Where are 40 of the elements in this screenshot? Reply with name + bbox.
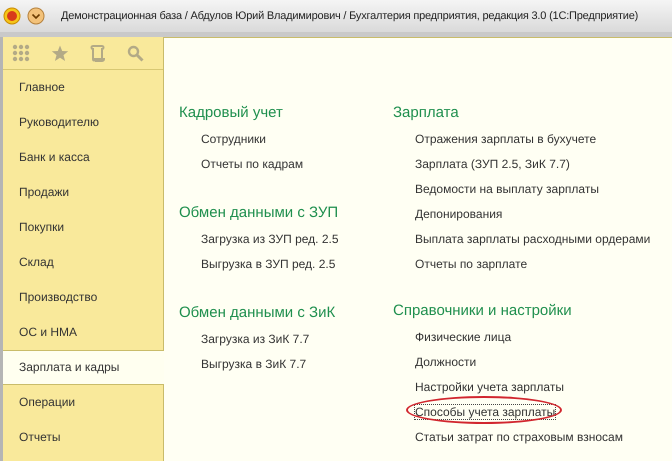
command-link[interactable]: Настройки учета зарплаты	[414, 379, 565, 395]
section-item[interactable]: Склад	[3, 245, 163, 280]
command-link[interactable]: Отчеты по кадрам	[200, 156, 304, 172]
group-heading: Обмен данными с ЗиК	[179, 304, 336, 323]
group-heading: Обмен данными с ЗУП	[179, 204, 340, 223]
command-link[interactable]: Физические лица	[414, 329, 512, 345]
command-link[interactable]: Выгрузка в ЗиК 7.7	[200, 356, 308, 372]
dropdown-menu-icon[interactable]	[27, 7, 45, 25]
command-link[interactable]: Способы учета зарплаты	[414, 404, 556, 420]
command-link[interactable]: Ведомости на выплату зарплаты	[414, 181, 600, 197]
section-item[interactable]: Главное	[3, 70, 163, 105]
section-item[interactable]: Руководителю	[3, 105, 163, 140]
command-link[interactable]: Зарплата (ЗУП 2.5, ЗиК 7.7)	[414, 156, 571, 172]
group-heading: Справочники и настройки	[393, 302, 573, 321]
section-item[interactable]: Операции	[3, 385, 163, 420]
section-item[interactable]: Отчеты	[3, 420, 163, 455]
command-link[interactable]: Загрузка из ЗиК 7.7	[200, 331, 310, 347]
section-item[interactable]: Производство	[3, 280, 163, 315]
group-heading: Кадровый учет	[179, 104, 284, 123]
command-link[interactable]: Депонирования	[414, 206, 504, 222]
star-icon[interactable]	[51, 44, 69, 62]
section-item[interactable]: Банк и касса	[3, 140, 163, 175]
grid-menu-icon[interactable]	[12, 44, 30, 62]
scroll-icon[interactable]	[90, 44, 106, 62]
command-link[interactable]: Выгрузка в ЗУП ред. 2.5	[200, 256, 336, 272]
command-link[interactable]: Отражения зарплаты в бухучете	[414, 131, 598, 147]
section-item[interactable]: ОС и НМА	[3, 315, 163, 350]
command-link[interactable]: Отчеты по зарплате	[414, 256, 528, 272]
command-link[interactable]: Выплата зарплаты расходными ордерами	[414, 231, 652, 247]
section-item[interactable]: Продажи	[3, 175, 163, 210]
command-link[interactable]: Статьи затрат по страховым взносам	[414, 429, 624, 445]
command-link[interactable]: Загрузка из ЗУП ред. 2.5	[200, 231, 340, 247]
command-link[interactable]: Должности	[414, 354, 478, 370]
command-link[interactable]: Сотрудники	[200, 131, 267, 147]
section-item[interactable]: Зарплата и кадры	[3, 350, 164, 385]
group-heading: Зарплата	[393, 104, 460, 123]
window-title: Демонстрационная база / Абдулов Юрий Владимирович / Бухгалтерия предприятия, редакция 3.0 (1С:Предприятие)	[61, 10, 638, 22]
app-logo-icon[interactable]	[3, 7, 21, 25]
search-icon[interactable]	[127, 44, 144, 62]
section-item[interactable]: Покупки	[3, 210, 163, 245]
